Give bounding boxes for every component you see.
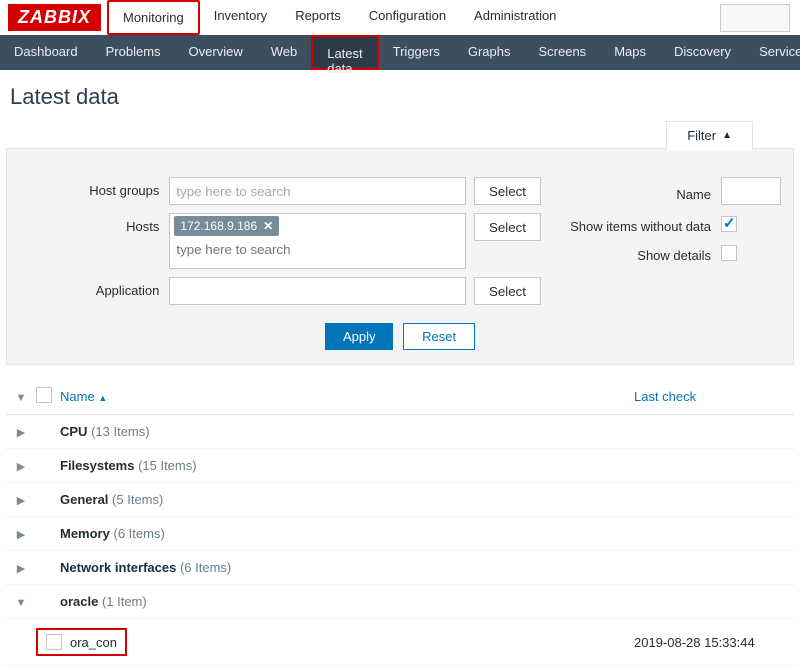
hosts-tagbox[interactable]: 172.168.9.186 ✕ <box>169 213 466 269</box>
expand-all[interactable]: ▼ <box>6 389 36 404</box>
filter-toggle-label: Filter <box>687 128 716 143</box>
sub-nav: Dashboard Problems Overview Web Latest d… <box>0 35 800 70</box>
tab-administration[interactable]: Administration <box>460 0 570 35</box>
subnav-web[interactable]: Web <box>257 35 312 70</box>
group-name: CPU <box>60 424 87 439</box>
subnav-dashboard[interactable]: Dashboard <box>0 35 92 70</box>
expand-toggle[interactable]: ▶ <box>6 492 36 507</box>
reset-button[interactable]: Reset <box>403 323 475 350</box>
chevron-down-icon: ▼ <box>16 597 27 609</box>
show-details-checkbox[interactable] <box>721 245 737 261</box>
expand-toggle[interactable]: ▶ <box>6 526 36 541</box>
chevron-right-icon: ▶ <box>17 427 25 439</box>
subnav-graphs[interactable]: Graphs <box>454 35 525 70</box>
table-header: ▼ Name ▲ Last check <box>6 379 794 415</box>
group-count: (1 Item) <box>102 594 147 609</box>
group-count: (15 Items) <box>138 458 197 473</box>
host-tag-text: 172.168.9.186 <box>180 219 257 233</box>
subnav-overview[interactable]: Overview <box>175 35 257 70</box>
group-count: (6 Items) <box>180 560 231 575</box>
subnav-screens[interactable]: Screens <box>524 35 600 70</box>
hosts-select-button[interactable]: Select <box>474 213 541 241</box>
chevron-down-icon: ▼ <box>16 392 27 404</box>
group-row: ▶ Memory (6 Items) <box>6 517 794 551</box>
group-count: (13 Items) <box>91 424 150 439</box>
tab-configuration[interactable]: Configuration <box>355 0 460 35</box>
hostgroups-input[interactable] <box>169 177 466 205</box>
show-without-checkbox[interactable] <box>721 216 737 232</box>
chevron-right-icon: ▶ <box>17 495 25 507</box>
application-select-button[interactable]: Select <box>474 277 541 305</box>
lastcheck-column-sort[interactable]: Last check <box>634 389 696 404</box>
group-row: ▶ CPU (13 Items) <box>6 415 794 449</box>
logo: ZABBIX <box>8 4 101 31</box>
show-details-label: Show details <box>541 242 721 263</box>
show-without-label: Show items without data <box>541 213 721 234</box>
top-bar: ZABBIX Monitoring Inventory Reports Conf… <box>0 0 800 35</box>
name-column-label: Name <box>60 389 95 404</box>
chevron-right-icon: ▶ <box>17 529 25 541</box>
tab-inventory[interactable]: Inventory <box>200 0 281 35</box>
subnav-services[interactable]: Services <box>745 35 800 70</box>
filter-toggle[interactable]: Filter ▲ <box>666 121 753 150</box>
name-column-sort[interactable]: Name ▲ <box>60 389 107 404</box>
group-name: Memory <box>60 526 110 541</box>
group-count: (6 Items) <box>113 526 164 541</box>
name-label: Name <box>541 181 721 202</box>
application-input[interactable] <box>169 277 466 305</box>
subnav-maps[interactable]: Maps <box>600 35 660 70</box>
hostgroups-label: Host groups <box>21 177 169 198</box>
item-last-check: 2019-08-28 15:33:44 <box>634 635 794 650</box>
top-tabs: Monitoring Inventory Reports Configurati… <box>107 0 570 35</box>
subnav-latestdata[interactable]: Latest data <box>311 35 378 70</box>
host-tag[interactable]: 172.168.9.186 ✕ <box>174 216 279 236</box>
hosts-input[interactable] <box>174 238 461 260</box>
hostgroups-select-button[interactable]: Select <box>474 177 541 205</box>
name-input[interactable] <box>721 177 781 205</box>
group-row: ▶ General (5 Items) <box>6 483 794 517</box>
filter-panel: Filter ▲ Host groups Select Hosts 172.16… <box>6 148 794 365</box>
item-oracon-highlight: ora_con <box>36 628 127 656</box>
group-name: oracle <box>60 594 98 609</box>
group-name: Filesystems <box>60 458 134 473</box>
search-input[interactable] <box>720 4 790 32</box>
apply-button[interactable]: Apply <box>325 323 394 350</box>
sort-asc-icon: ▲ <box>98 393 107 403</box>
expand-toggle[interactable]: ▶ <box>6 458 36 473</box>
expand-toggle[interactable]: ▶ <box>6 560 36 575</box>
hosts-label: Hosts <box>21 213 169 234</box>
subnav-problems[interactable]: Problems <box>92 35 175 70</box>
item-row: ora_con 2019-08-28 15:33:44 <box>6 619 794 666</box>
chevron-up-icon: ▲ <box>722 130 732 141</box>
group-row: ▶ Filesystems (15 Items) <box>6 449 794 483</box>
data-table: ▼ Name ▲ Last check ▶ CPU (13 Items) ▶ File… <box>6 379 794 666</box>
subnav-discovery[interactable]: Discovery <box>660 35 745 70</box>
tab-monitoring[interactable]: Monitoring <box>107 0 200 35</box>
tab-reports[interactable]: Reports <box>281 0 355 35</box>
close-icon[interactable]: ✕ <box>263 219 273 233</box>
item-checkbox[interactable] <box>46 634 62 650</box>
group-count: (5 Items) <box>112 492 163 507</box>
global-search <box>720 4 790 32</box>
expand-toggle[interactable]: ▶ <box>6 424 36 439</box>
subnav-triggers[interactable]: Triggers <box>379 35 454 70</box>
chevron-right-icon: ▶ <box>17 563 25 575</box>
expand-toggle[interactable]: ▼ <box>6 594 36 609</box>
application-label: Application <box>21 277 169 298</box>
group-name: General <box>60 492 108 507</box>
group-row: ▼ oracle (1 Item) <box>6 585 794 619</box>
page-title: Latest data <box>0 70 800 120</box>
group-row: ▶ Network interfaces (6 Items) <box>6 551 794 585</box>
chevron-right-icon: ▶ <box>17 461 25 473</box>
group-name: Network interfaces <box>60 560 176 575</box>
select-all-checkbox[interactable] <box>36 387 52 403</box>
item-name: ora_con <box>70 635 117 650</box>
